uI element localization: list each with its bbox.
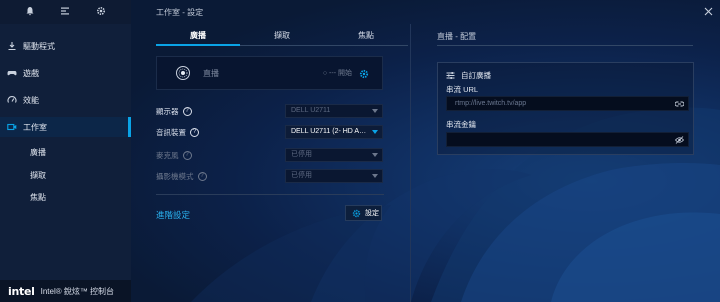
help-icon[interactable]: ?	[197, 172, 207, 181]
gear-icon[interactable]	[96, 6, 106, 18]
audio-device-select[interactable]: DELL U2711 (2- HD A…	[285, 125, 383, 139]
stream-url-placeholder: rtmp://live.twitch.tv/app	[455, 100, 527, 107]
sidebar-subitem-capture[interactable]: 擷取	[30, 170, 46, 181]
camera-mode-label: 攝影機模式	[156, 172, 194, 181]
microphone-select-value: 已停用	[291, 151, 312, 158]
gamepad-icon	[7, 71, 17, 76]
gear-icon	[352, 209, 361, 217]
intel-logo: intel	[8, 284, 35, 298]
microphone-label: 麥克風	[156, 151, 179, 160]
gauge-icon	[7, 96, 17, 103]
tab-bar: 廣播 擷取 焦點	[156, 26, 386, 46]
sidebar: 驅動程式 遊戲 效能 工作室 廣播 擷取 焦點 intel Intel® 銳炫™…	[0, 0, 131, 302]
sidebar-item-games[interactable]: 遊戲	[0, 63, 131, 83]
config-section-heading: 直播 - 配置	[437, 32, 477, 41]
broadcast-label: 直播	[203, 68, 219, 78]
microphone-select: 已停用	[285, 148, 383, 162]
chevron-down-icon	[372, 153, 378, 157]
active-tab-indicator	[156, 44, 240, 46]
main-panel: 工作室 - 設定 廣播 擷取 焦點 直播 - 配置 直播 ○ --- 開始 顯示…	[131, 0, 720, 302]
display-select: DELL U2711	[285, 104, 383, 118]
stream-url-label: 串流 URL	[446, 85, 479, 94]
setting-row-camera-mode: 攝影機模式? 已停用	[156, 169, 384, 183]
chevron-down-icon	[372, 130, 378, 134]
close-icon[interactable]	[703, 6, 714, 17]
stream-url-input[interactable]: rtmp://live.twitch.tv/app	[446, 96, 689, 111]
section-divider	[156, 194, 384, 195]
chevron-down-icon	[372, 109, 378, 113]
setting-row-audio-device: 音訊裝置? DELL U2711 (2- HD A…	[156, 125, 384, 139]
sidebar-item-label: 遊戲	[23, 68, 39, 78]
help-icon[interactable]: ?	[190, 128, 199, 137]
sidebar-item-label: 效能	[23, 95, 39, 105]
sidebar-subitem-broadcast[interactable]: 廣播	[30, 147, 46, 158]
sidebar-item-performance[interactable]: 效能	[0, 90, 131, 110]
settings-button-label: 設定	[365, 210, 379, 217]
custom-broadcast-title: 自訂廣播	[461, 71, 491, 80]
advanced-settings-link[interactable]: 進階設定	[156, 209, 190, 221]
help-icon[interactable]: ?	[182, 107, 192, 116]
sidebar-item-label: 工作室	[23, 122, 47, 132]
camera-icon	[7, 123, 17, 131]
setting-row-microphone: 麥克風? 已停用	[156, 148, 384, 162]
setting-row-display: 顯示器? DELL U2711	[156, 104, 384, 118]
config-heading-divider	[437, 45, 693, 46]
audio-device-label: 音訊裝置	[156, 128, 186, 137]
camera-mode-select: 已停用	[285, 169, 383, 183]
tab-focus[interactable]: 焦點	[324, 26, 408, 46]
broadcast-icon	[176, 66, 190, 80]
sidebar-footer: intel Intel® 銳炫™ 控制台	[0, 280, 131, 302]
bell-icon[interactable]	[25, 6, 35, 18]
sidebar-item-label: 驅動程式	[23, 41, 55, 51]
stream-key-input[interactable]	[446, 132, 689, 147]
display-select-value: DELL U2711	[291, 107, 331, 114]
start-broadcast-button[interactable]: ○ --- 開始	[323, 68, 352, 78]
app-name: Intel® 銳炫™ 控制台	[40, 286, 115, 296]
broadcast-control: 直播 ○ --- 開始	[156, 56, 383, 90]
settings-button[interactable]: 設定	[345, 205, 382, 221]
camera-mode-select-value: 已停用	[291, 172, 312, 179]
sidebar-subitem-focus[interactable]: 焦點	[30, 192, 46, 203]
sidebar-item-studio[interactable]: 工作室	[0, 117, 131, 137]
download-icon	[8, 42, 16, 51]
custom-broadcast-panel: 自訂廣播 串流 URL rtmp://live.twitch.tv/app 串流…	[437, 62, 694, 155]
audio-device-select-value: DELL U2711 (2- HD A…	[291, 128, 367, 135]
eye-hidden-icon[interactable]	[675, 136, 684, 144]
column-divider	[410, 24, 411, 302]
sidebar-top-bar	[0, 0, 131, 24]
link-icon[interactable]	[675, 100, 684, 108]
tab-capture[interactable]: 擷取	[240, 26, 324, 46]
tab-broadcast[interactable]: 廣播	[156, 26, 240, 46]
sidebar-item-drivers[interactable]: 驅動程式	[0, 36, 131, 56]
menu-icon[interactable]	[60, 6, 70, 18]
display-label: 顯示器	[156, 107, 179, 116]
sliders-icon	[446, 72, 455, 79]
broadcast-settings-gear-icon[interactable]	[359, 69, 369, 79]
help-icon[interactable]: ?	[182, 151, 192, 160]
stream-key-label: 串流金鑰	[446, 120, 476, 129]
window-title: 工作室 - 設定	[156, 7, 204, 17]
chevron-down-icon	[372, 174, 378, 178]
